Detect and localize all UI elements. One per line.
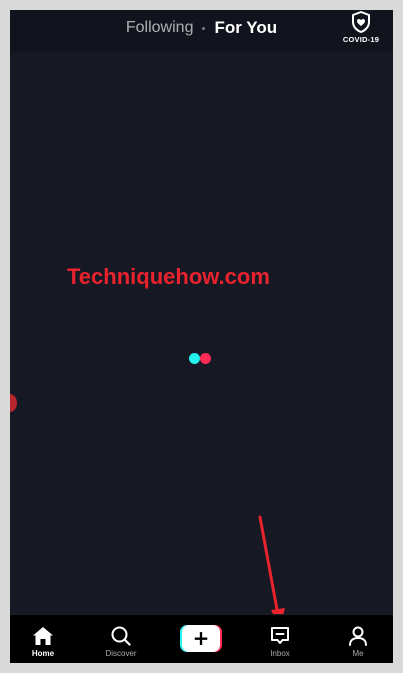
edge-record-dot	[10, 394, 17, 412]
covid-19-button[interactable]: COVID-19	[337, 10, 385, 44]
nav-me[interactable]: Me	[328, 615, 388, 663]
shield-heart-icon	[352, 11, 370, 33]
home-icon	[33, 627, 53, 645]
nav-home[interactable]: Home	[13, 615, 73, 663]
create-video-button[interactable]: +	[180, 625, 222, 652]
screenshot-frame: Following For You COVID-19 Techniquehow.c…	[0, 0, 403, 673]
nav-inbox[interactable]: Inbox	[250, 615, 310, 663]
red-arrow-annotation	[258, 515, 285, 628]
top-header: Following For You COVID-19	[10, 10, 393, 52]
user-icon	[349, 626, 367, 646]
bottom-navigation: Home Discover + Inbox Me	[10, 614, 393, 663]
loading-spinner	[189, 353, 213, 364]
tab-for-you[interactable]: For You	[214, 18, 277, 37]
app-screen: Following For You COVID-19 Techniquehow.c…	[10, 10, 393, 663]
search-icon	[111, 626, 131, 646]
inbox-icon	[271, 627, 289, 644]
nav-me-label: Me	[352, 649, 364, 658]
tab-separator-dot	[202, 26, 206, 30]
covid-label: COVID-19	[342, 35, 380, 44]
loader-cyan-dot	[189, 353, 200, 364]
nav-discover[interactable]: Discover	[91, 615, 151, 663]
nav-inbox-label: Inbox	[270, 649, 290, 658]
plus-icon: +	[182, 625, 220, 652]
nav-home-label: Home	[31, 649, 55, 658]
loader-pink-dot	[200, 353, 211, 364]
feed-tabs: Following For You	[10, 18, 393, 38]
site-watermark: Techniquehow.com	[67, 264, 270, 289]
nav-discover-label: Discover	[105, 649, 137, 658]
tab-following[interactable]: Following	[126, 19, 194, 36]
